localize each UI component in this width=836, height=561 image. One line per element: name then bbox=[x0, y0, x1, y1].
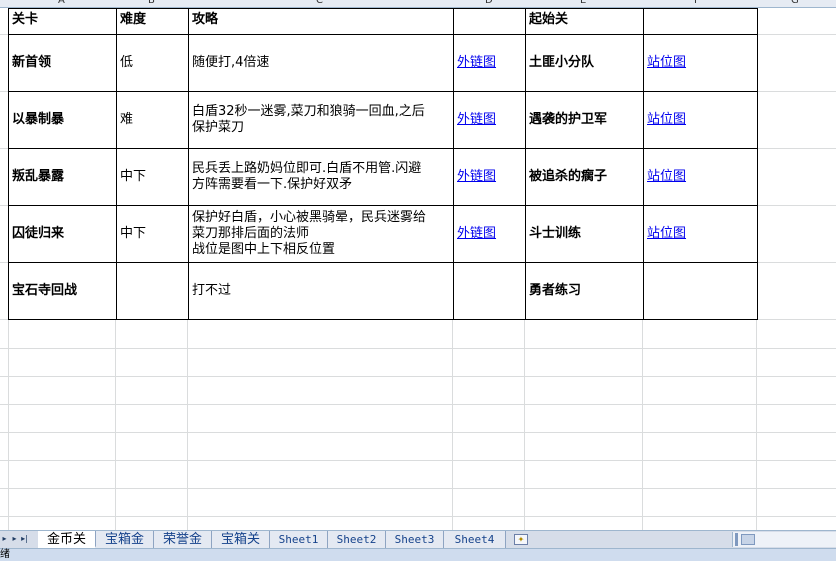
last-sheet-icon[interactable]: ▸| bbox=[20, 533, 29, 545]
position-image-link[interactable]: 站位图 bbox=[647, 226, 686, 241]
scrollbar-thumb[interactable] bbox=[741, 534, 755, 545]
position-image-link[interactable]: 站位图 bbox=[647, 112, 686, 127]
cell-start-level[interactable]: 被追杀的瘸子 bbox=[525, 148, 644, 206]
cell-strategy[interactable]: 打不过 bbox=[188, 262, 454, 320]
external-image-link[interactable]: 外链图 bbox=[457, 112, 496, 127]
table-row: 叛乱暴露 中下 民兵丢上路奶妈位即可.白盾不用管.闪避 方阵需要看一下.保护好双… bbox=[8, 148, 758, 206]
column-header-strip: A B C D E F G bbox=[0, 0, 836, 8]
header-cell-start-level[interactable]: 起始关 bbox=[525, 8, 644, 35]
tab-split-handle[interactable] bbox=[735, 533, 738, 546]
cell-difficulty[interactable] bbox=[116, 262, 189, 320]
cell-strategy[interactable]: 保护好白盾，小心被黑骑晕，民兵迷雾给 菜刀那排后面的法师 战位是图中上下相反位置 bbox=[188, 205, 454, 263]
cell-strategy[interactable]: 民兵丢上路奶妈位即可.白盾不用管.闪避 方阵需要看一下.保护好双矛 bbox=[188, 148, 454, 206]
cell-link[interactable]: 外链图 bbox=[453, 34, 526, 92]
cell-link[interactable]: 外链图 bbox=[453, 205, 526, 263]
position-image-link[interactable]: 站位图 bbox=[647, 169, 686, 184]
tab-sheet1[interactable]: Sheet1 bbox=[270, 531, 328, 548]
cell-difficulty[interactable]: 低 bbox=[116, 34, 189, 92]
cell-position[interactable]: 站位图 bbox=[643, 148, 758, 206]
tab-honor-gold[interactable]: 荣誉金 bbox=[154, 531, 212, 548]
cell-start-level[interactable]: 遇袭的护卫军 bbox=[525, 91, 644, 149]
cell-level[interactable]: 新首领 bbox=[8, 34, 117, 92]
cell-position[interactable]: 站位图 bbox=[643, 34, 758, 92]
tab-sheet3[interactable]: Sheet3 bbox=[386, 531, 444, 548]
cell-level[interactable]: 宝石寺回战 bbox=[8, 262, 117, 320]
column-header-f[interactable]: F bbox=[694, 0, 700, 6]
cell-difficulty[interactable]: 中下 bbox=[116, 148, 189, 206]
position-image-link[interactable]: 站位图 bbox=[647, 55, 686, 70]
next-sheet-icon[interactable]: ▸ bbox=[10, 533, 19, 545]
horizontal-scrollbar[interactable] bbox=[732, 532, 836, 547]
header-cell-link[interactable] bbox=[453, 8, 526, 35]
table-row: 新首领 低 随便打,4倍速 外链图 土匪小分队 站位图 bbox=[8, 34, 758, 92]
first-sheet-icon[interactable]: ▸ bbox=[0, 533, 9, 545]
column-header-d[interactable]: D bbox=[485, 0, 493, 6]
table-row: 宝石寺回战 打不过 勇者练习 bbox=[8, 262, 758, 320]
cell-level[interactable]: 以暴制暴 bbox=[8, 91, 117, 149]
header-cell-strategy[interactable]: 攻略 bbox=[188, 8, 454, 35]
column-header-b[interactable]: B bbox=[148, 0, 155, 6]
cell-difficulty[interactable]: 中下 bbox=[116, 205, 189, 263]
cell-link[interactable] bbox=[453, 262, 526, 320]
cell-start-level[interactable]: 土匪小分队 bbox=[525, 34, 644, 92]
table-row: 以暴制暴 难 白盾32秒一迷雾,菜刀和狼骑一回血,之后 保护菜刀 外链图 遇袭的… bbox=[8, 91, 758, 149]
header-row: 关卡 难度 攻略 起始关 bbox=[8, 8, 758, 35]
external-image-link[interactable]: 外链图 bbox=[457, 226, 496, 241]
tab-sheet4[interactable]: Sheet4 bbox=[444, 531, 506, 548]
status-text: 绪 bbox=[0, 549, 10, 560]
cell-level[interactable]: 囚徒归来 bbox=[8, 205, 117, 263]
tab-sheet2[interactable]: Sheet2 bbox=[328, 531, 386, 548]
cell-strategy[interactable]: 白盾32秒一迷雾,菜刀和狼骑一回血,之后 保护菜刀 bbox=[188, 91, 454, 149]
cell-start-level[interactable]: 斗士训练 bbox=[525, 205, 644, 263]
insert-sheet-icon[interactable]: ✦ bbox=[514, 534, 528, 545]
cell-position[interactable]: 站位图 bbox=[643, 205, 758, 263]
cell-start-level[interactable]: 勇者练习 bbox=[525, 262, 644, 320]
cell-position[interactable] bbox=[643, 262, 758, 320]
header-cell-difficulty[interactable]: 难度 bbox=[116, 8, 189, 35]
header-cell-position[interactable] bbox=[643, 8, 758, 35]
data-table: 关卡 难度 攻略 起始关 新首领 低 随便打,4倍速 外链图 土匪小分队 站位图… bbox=[8, 8, 758, 320]
tab-chest-gold[interactable]: 宝箱金 bbox=[96, 531, 154, 548]
tab-gold-level[interactable]: 金币关 bbox=[38, 531, 96, 548]
table-row: 囚徒归来 中下 保护好白盾，小心被黑骑晕，民兵迷雾给 菜刀那排后面的法师 战位是… bbox=[8, 205, 758, 263]
cell-position[interactable]: 站位图 bbox=[643, 91, 758, 149]
column-header-a[interactable]: A bbox=[58, 0, 65, 6]
column-header-c[interactable]: C bbox=[316, 0, 323, 6]
column-header-g[interactable]: G bbox=[791, 0, 799, 6]
column-header-e[interactable]: E bbox=[580, 0, 586, 6]
tab-chest-level[interactable]: 宝箱关 bbox=[212, 531, 270, 548]
cell-level[interactable]: 叛乱暴露 bbox=[8, 148, 117, 206]
cell-link[interactable]: 外链图 bbox=[453, 91, 526, 149]
status-bar: 绪 bbox=[0, 548, 836, 561]
sheet-tab-bar: ▸ ▸ ▸| 金币关 宝箱金 荣誉金 宝箱关 Sheet1 Sheet2 She… bbox=[0, 530, 836, 548]
header-cell-level[interactable]: 关卡 bbox=[8, 8, 117, 35]
cell-link[interactable]: 外链图 bbox=[453, 148, 526, 206]
external-image-link[interactable]: 外链图 bbox=[457, 55, 496, 70]
external-image-link[interactable]: 外链图 bbox=[457, 169, 496, 184]
cell-difficulty[interactable]: 难 bbox=[116, 91, 189, 149]
cell-strategy[interactable]: 随便打,4倍速 bbox=[188, 34, 454, 92]
